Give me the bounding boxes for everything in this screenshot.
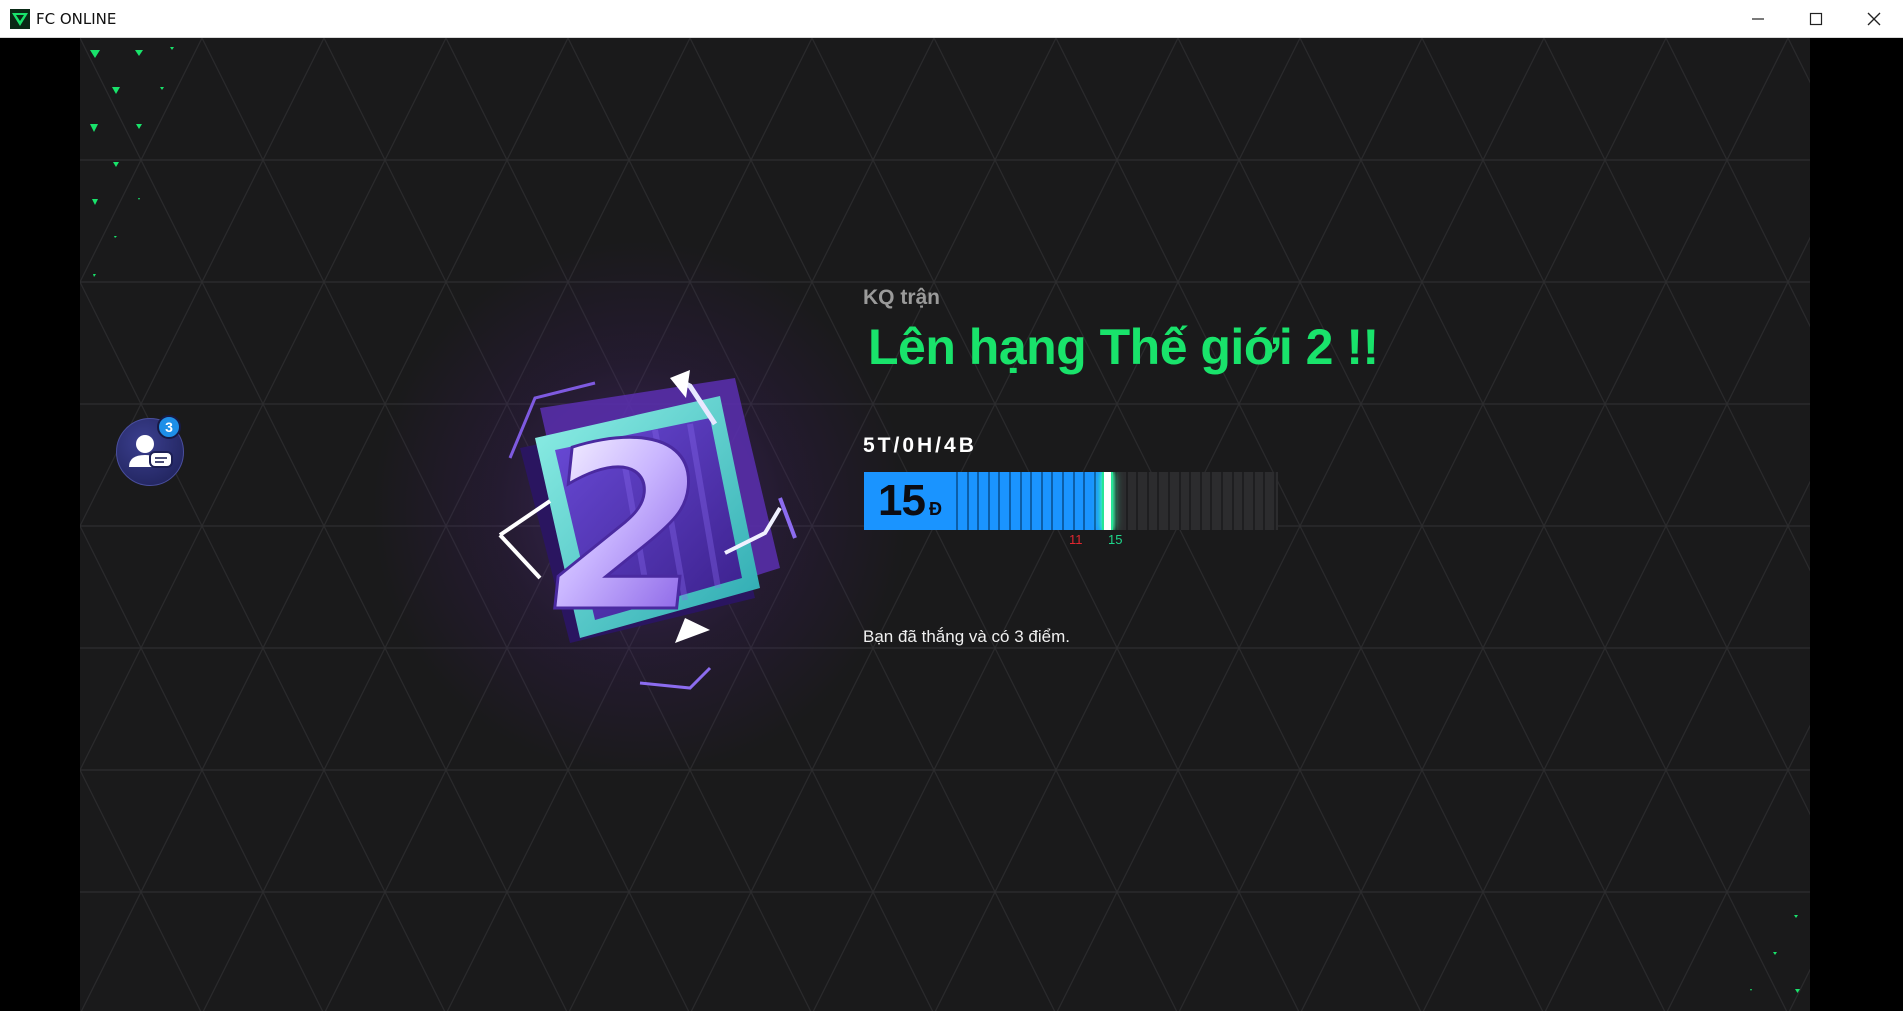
progress-segment-divider bbox=[1062, 472, 1064, 530]
progress-segment-divider bbox=[1168, 472, 1170, 530]
promotion-title: Lên hạng Thế giới 2 !! bbox=[868, 319, 1379, 375]
progress-segment-divider bbox=[1051, 472, 1053, 530]
progress-segment-divider bbox=[1136, 472, 1138, 530]
result-message: Bạn đã thắng và có 3 điểm. bbox=[863, 627, 1070, 646]
progress-segment-divider bbox=[1232, 472, 1234, 530]
threshold-label-min: 11 bbox=[1069, 532, 1083, 547]
progress-segment-divider bbox=[1210, 472, 1212, 530]
progress-segment-divider bbox=[1179, 472, 1181, 530]
minimize-button[interactable] bbox=[1729, 0, 1787, 38]
progress-segment-divider bbox=[1157, 472, 1159, 530]
threshold-label-current: 15 bbox=[1108, 532, 1123, 547]
progress-segment-divider bbox=[1263, 472, 1265, 530]
window-titlebar: FC ONLINE bbox=[0, 0, 1903, 38]
progress-segment-divider bbox=[998, 472, 1000, 530]
window-title: FC ONLINE bbox=[36, 9, 117, 28]
progress-segment-divider bbox=[1147, 472, 1149, 530]
progress-segment-divider bbox=[1126, 472, 1128, 530]
left-letterbox bbox=[0, 38, 80, 1011]
progress-segment-divider bbox=[1073, 472, 1075, 530]
progress-segment-divider bbox=[1221, 472, 1223, 530]
rank-badge-icon: 2 bbox=[498, 370, 797, 690]
progress-segment-divider bbox=[1083, 472, 1085, 530]
points-unit: Đ bbox=[928, 499, 942, 519]
progress-segment-divider bbox=[1200, 472, 1202, 530]
progress-segment-divider bbox=[1242, 472, 1244, 530]
win-draw-loss-record: 5T/0H/4B bbox=[863, 434, 977, 457]
friends-chat-button[interactable]: 3 bbox=[116, 415, 184, 486]
progress-segment-divider bbox=[1253, 472, 1255, 530]
points-number: 15 bbox=[878, 476, 926, 525]
progress-segment-divider bbox=[1115, 472, 1117, 530]
rank-number: 2 bbox=[531, 396, 719, 663]
bottom-right-arrow-decoration bbox=[1750, 915, 1800, 993]
progress-segment-divider bbox=[1094, 472, 1096, 530]
progress-segment-divider bbox=[1009, 472, 1011, 530]
progress-segment-divider bbox=[1030, 472, 1032, 530]
progress-segment-divider bbox=[1189, 472, 1191, 530]
progress-segment-divider bbox=[956, 472, 958, 530]
minimize-icon bbox=[1752, 18, 1764, 20]
close-icon bbox=[1867, 12, 1881, 26]
maximize-button[interactable] bbox=[1787, 0, 1845, 38]
match-result-label: KQ trận bbox=[863, 286, 941, 309]
fc-online-app-icon bbox=[10, 8, 30, 29]
top-left-arrow-decoration bbox=[90, 47, 174, 277]
progress-segment-divider bbox=[967, 472, 969, 530]
close-button[interactable] bbox=[1845, 0, 1903, 38]
progress-segment-divider bbox=[977, 472, 979, 530]
progress-segment-divider bbox=[1041, 472, 1043, 530]
progress-segment-divider bbox=[988, 472, 990, 530]
progress-segment-divider bbox=[1020, 472, 1022, 530]
maximize-icon bbox=[1809, 12, 1823, 26]
points-progress-bar: 15 Đ bbox=[864, 472, 1278, 530]
right-letterbox bbox=[1810, 38, 1903, 1011]
progress-segment-divider bbox=[1274, 472, 1276, 530]
chat-count-badge: 3 bbox=[157, 415, 181, 439]
match-result-screen: 2 3 KQ trận Lên hạng Thế giới 2 !! 5T/0H… bbox=[80, 38, 1810, 1011]
current-points-marker bbox=[1102, 472, 1113, 530]
points-value: 15 Đ bbox=[878, 476, 942, 526]
